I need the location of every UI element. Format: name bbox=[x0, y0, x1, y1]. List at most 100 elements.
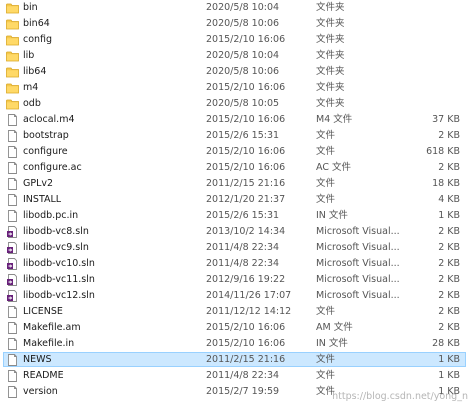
file-name[interactable]: libodb.pc.in bbox=[23, 208, 78, 224]
file-row[interactable]: LICENSE 2011/12/12 14:12 文件 2 KB bbox=[0, 304, 474, 320]
file-name[interactable]: configure.ac bbox=[23, 160, 82, 176]
file-type: 文件 bbox=[316, 178, 336, 189]
file-type: 文件夹 bbox=[316, 82, 345, 93]
file-row[interactable]: configure.ac 2015/2/10 16:06 AC 文件 2 KB bbox=[0, 160, 474, 176]
file-row[interactable]: lib 2020/5/8 10:04 文件夹 bbox=[0, 48, 474, 64]
file-name[interactable]: configure bbox=[23, 144, 68, 160]
file-modified: 2014/11/26 17:07 bbox=[206, 290, 292, 301]
file-name[interactable]: bin64 bbox=[23, 16, 50, 32]
file-icon bbox=[6, 210, 19, 222]
file-name[interactable]: config bbox=[23, 32, 52, 48]
file-icon bbox=[6, 322, 19, 334]
file-row[interactable]: aclocal.m4 2015/2/10 16:06 M4 文件 37 KB bbox=[0, 112, 474, 128]
file-name[interactable]: GPLv2 bbox=[23, 176, 53, 192]
file-modified: 2015/2/10 16:06 bbox=[206, 114, 286, 125]
file-row[interactable]: libodb.pc.in 2015/2/6 15:31 IN 文件 1 KB bbox=[0, 208, 474, 224]
file-type: 文件夹 bbox=[316, 50, 345, 61]
file-name[interactable]: aclocal.m4 bbox=[23, 112, 75, 128]
file-type: Microsoft Visual... bbox=[316, 242, 400, 253]
file-name[interactable]: NEWS bbox=[23, 352, 52, 368]
file-row[interactable]: m4 2015/2/10 16:06 文件夹 bbox=[0, 80, 474, 96]
file-name[interactable]: INSTALL bbox=[23, 192, 61, 208]
file-row[interactable]: libodb-vc11.sln 2012/9/16 19:22 Microsoft … bbox=[0, 272, 474, 288]
file-icon bbox=[6, 386, 19, 398]
file-size: 618 KB bbox=[426, 146, 460, 157]
file-row[interactable]: libodb-vc8.sln 2013/10/2 14:34 Microsoft V… bbox=[0, 224, 474, 240]
file-type: 文件 bbox=[316, 354, 336, 365]
file-type: 文件 bbox=[316, 370, 336, 381]
watermark: https://blog.csdn.net/yong_n bbox=[332, 391, 468, 402]
file-modified: 2015/2/10 16:06 bbox=[206, 146, 286, 157]
file-name[interactable]: odb bbox=[23, 96, 41, 112]
file-type: Microsoft Visual... bbox=[316, 290, 400, 301]
file-size: 2 KB bbox=[438, 258, 460, 269]
file-row[interactable]: libodb-vc10.sln 2011/4/8 22:34 Microsoft V… bbox=[0, 256, 474, 272]
file-name[interactable]: LICENSE bbox=[23, 304, 63, 320]
file-modified: 2015/2/6 15:31 bbox=[206, 210, 280, 221]
file-row[interactable]: bin 2020/5/8 10:04 文件夹 bbox=[0, 0, 474, 16]
file-name[interactable]: m4 bbox=[23, 80, 38, 96]
file-type: 文件夹 bbox=[316, 34, 345, 45]
file-icon bbox=[6, 354, 19, 366]
folder-icon bbox=[6, 34, 19, 46]
file-row[interactable]: bootstrap 2015/2/6 15:31 文件 2 KB bbox=[0, 128, 474, 144]
file-type: Microsoft Visual... bbox=[316, 258, 400, 269]
file-type: AC 文件 bbox=[316, 162, 351, 173]
file-name[interactable]: libodb-vc11.sln bbox=[23, 272, 95, 288]
file-name[interactable]: libodb-vc10.sln bbox=[23, 256, 95, 272]
file-name[interactable]: lib bbox=[23, 48, 34, 64]
file-row[interactable]: odb 2020/5/8 10:05 文件夹 bbox=[0, 96, 474, 112]
file-icon bbox=[6, 146, 19, 158]
file-row[interactable]: NEWS 2011/2/15 21:16 文件 1 KB bbox=[0, 352, 474, 368]
file-type: 文件 bbox=[316, 194, 336, 205]
file-name[interactable]: libodb-vc8.sln bbox=[23, 224, 89, 240]
file-icon bbox=[6, 114, 19, 126]
file-row[interactable]: lib64 2020/5/8 10:06 文件夹 bbox=[0, 64, 474, 80]
file-modified: 2011/4/8 22:34 bbox=[206, 370, 280, 381]
file-icon bbox=[6, 194, 19, 206]
file-row[interactable]: README 2011/4/8 22:34 文件 1 KB bbox=[0, 368, 474, 384]
file-size: 1 KB bbox=[438, 210, 460, 221]
file-size: 2 KB bbox=[438, 162, 460, 173]
file-type: Microsoft Visual... bbox=[316, 274, 400, 285]
file-size: 37 KB bbox=[432, 114, 460, 125]
file-modified: 2012/9/16 19:22 bbox=[206, 274, 286, 285]
file-modified: 2013/10/2 14:34 bbox=[206, 226, 286, 237]
file-row[interactable]: libodb-vc12.sln 2014/11/26 17:07 Microsoft… bbox=[0, 288, 474, 304]
file-row[interactable]: INSTALL 2012/1/20 21:37 文件 4 KB bbox=[0, 192, 474, 208]
file-size: 2 KB bbox=[438, 290, 460, 301]
file-row[interactable]: configure 2015/2/10 16:06 文件 618 KB bbox=[0, 144, 474, 160]
file-name[interactable]: lib64 bbox=[23, 64, 46, 80]
file-row[interactable]: Makefile.am 2015/2/10 16:06 AM 文件 2 KB bbox=[0, 320, 474, 336]
file-modified: 2011/12/12 14:12 bbox=[206, 306, 292, 317]
file-name[interactable]: libodb-vc12.sln bbox=[23, 288, 95, 304]
file-modified: 2020/5/8 10:04 bbox=[206, 2, 280, 13]
file-modified: 2011/2/15 21:16 bbox=[206, 354, 286, 365]
file-type: 文件夹 bbox=[316, 18, 345, 29]
folder-icon bbox=[6, 66, 19, 78]
file-name[interactable]: README bbox=[23, 368, 64, 384]
file-row[interactable]: libodb-vc9.sln 2011/4/8 22:34 Microsoft Vi… bbox=[0, 240, 474, 256]
folder-icon bbox=[6, 50, 19, 62]
file-row[interactable]: config 2015/2/10 16:06 文件夹 bbox=[0, 32, 474, 48]
vs-solution-icon bbox=[6, 290, 19, 302]
file-icon bbox=[6, 130, 19, 142]
file-modified: 2015/2/10 16:06 bbox=[206, 34, 286, 45]
file-name[interactable]: bootstrap bbox=[23, 128, 69, 144]
file-size: 2 KB bbox=[438, 226, 460, 237]
file-row[interactable]: GPLv2 2011/2/15 21:16 文件 18 KB bbox=[0, 176, 474, 192]
file-name[interactable]: version bbox=[23, 384, 58, 400]
file-name[interactable]: libodb-vc9.sln bbox=[23, 240, 89, 256]
file-type: M4 文件 bbox=[316, 114, 353, 125]
file-row[interactable]: bin64 2020/5/8 10:06 文件夹 bbox=[0, 16, 474, 32]
file-modified: 2015/2/10 16:06 bbox=[206, 162, 286, 173]
file-name[interactable]: Makefile.am bbox=[23, 320, 81, 336]
file-name[interactable]: Makefile.in bbox=[23, 336, 74, 352]
file-type: Microsoft Visual... bbox=[316, 226, 400, 237]
file-row[interactable]: Makefile.in 2015/2/10 16:06 IN 文件 28 KB bbox=[0, 336, 474, 352]
file-icon bbox=[6, 338, 19, 350]
file-size: 4 KB bbox=[438, 194, 460, 205]
vs-solution-icon bbox=[6, 226, 19, 238]
file-size: 2 KB bbox=[438, 242, 460, 253]
file-name[interactable]: bin bbox=[23, 0, 38, 16]
